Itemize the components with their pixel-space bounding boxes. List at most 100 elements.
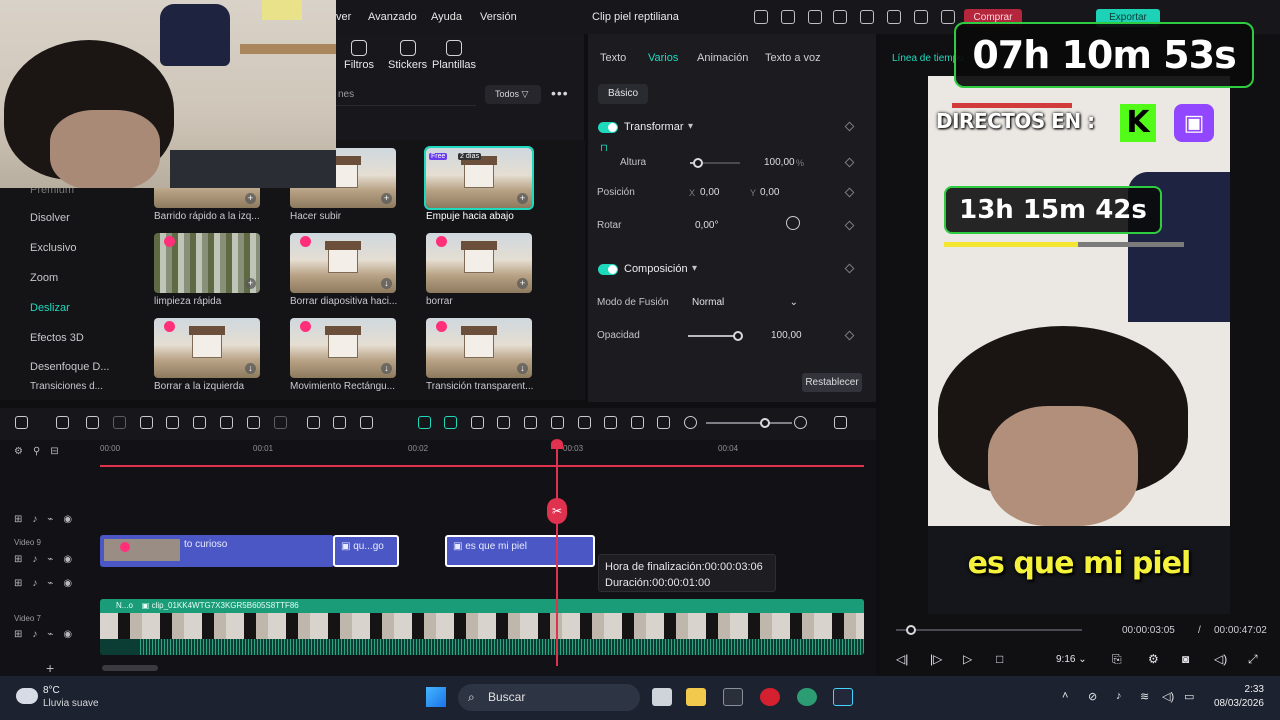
add-track-icon[interactable]: + [46,660,64,676]
tab-text-to-speech[interactable]: Texto a voz [765,52,821,64]
grid-view-icon[interactable] [834,416,847,429]
save-icon[interactable] [860,10,874,24]
blend-mode-select[interactable]: Normal ⌄ [688,294,804,312]
text-clip-selected[interactable]: ▣ es que mi piel [445,535,595,567]
volume-icon[interactable]: ◁) [1162,690,1174,703]
chevron-down-icon[interactable]: ▾ [692,263,697,274]
add-icon[interactable]: + [245,278,256,289]
wifi-icon[interactable]: ≋ [1140,690,1149,703]
marker-icon[interactable] [471,416,484,429]
cloud-rain-icon[interactable] [16,688,38,704]
text-icon[interactable] [193,416,206,429]
chevron-up-icon[interactable]: ˄ [1062,690,1068,702]
category-transitions[interactable]: Transiciones d... [30,381,103,392]
redo-icon[interactable] [113,416,126,429]
menu-view[interactable]: ver [336,11,351,23]
text-clip[interactable]: to curioso [100,535,334,567]
export-frame-icon[interactable]: ⎘ [1112,652,1122,667]
cloud-icon[interactable] [887,10,901,24]
transition-thumb[interactable]: + [154,233,260,293]
timeline-selector[interactable]: Línea de tiempo [892,53,964,64]
video-preview[interactable] [928,76,1230,614]
playhead-handle[interactable] [551,439,563,449]
pos-x-input[interactable]: 0,00 [700,187,719,198]
stickers-tool[interactable]: Stickers [388,40,427,71]
weather-description[interactable]: Lluvia suave [43,698,99,709]
timeline-scrollbar[interactable] [102,665,158,671]
add-icon[interactable]: + [517,278,528,289]
rotate-input[interactable]: 0,00° [695,220,718,231]
category-exclusive[interactable]: Exclusivo [30,242,76,254]
tab-text[interactable]: Texto [600,52,626,64]
microphone-icon[interactable] [578,416,591,429]
replace-icon[interactable] [631,416,644,429]
battery-icon[interactable]: ▭ [1184,690,1194,703]
clock-date[interactable]: 08/03/2026 [1204,698,1264,709]
app-icon[interactable] [797,688,817,706]
layout-icon[interactable] [15,416,28,429]
video-clip[interactable]: N...o ▣ clip_01KK4WTG7X3KGR5B605S8TTF86 [100,599,864,655]
basic-chip[interactable]: Básico [598,84,648,104]
transition-thumb[interactable]: ↓ [426,318,532,378]
download-icon[interactable]: ↓ [381,278,392,289]
select-icon[interactable] [56,416,69,429]
prev-frame-icon[interactable]: ◁| [896,652,908,666]
download-icon[interactable] [914,10,928,24]
clipboard-icon[interactable] [808,10,822,24]
category-zoom[interactable]: Zoom [30,272,58,284]
fit-icon[interactable] [657,416,670,429]
add-icon[interactable]: + [381,193,392,204]
aspect-ratio-select[interactable]: 9:16 ⌄ [1056,654,1087,665]
speed-icon[interactable] [524,416,537,429]
search-input[interactable]: nes [336,84,476,106]
menu-advanced[interactable]: Avanzado [368,11,417,23]
play-icon[interactable]: ▷ [963,652,972,666]
download-icon[interactable]: ↓ [245,363,256,374]
ai-icon[interactable] [307,416,320,429]
snap-icon[interactable] [444,416,457,429]
zoom-in-icon[interactable] [794,416,807,429]
text-clip-selected[interactable]: ▣ qu...go [333,535,399,567]
tab-misc[interactable]: Varios [648,52,678,64]
track-controls[interactable]: ⊞♪⌁◉ [14,578,82,589]
microphone-icon[interactable]: ♪ [1116,690,1122,702]
filters-tool[interactable]: Filtros [344,40,374,71]
transition-thumb[interactable]: + [426,233,532,293]
delete-icon[interactable] [140,416,153,429]
shape-icon[interactable] [274,416,287,429]
lock-icon[interactable]: ⊓ [600,143,608,154]
track-controls[interactable]: ⊞♪⌁◉ [14,629,82,640]
more-tools-icon[interactable] [360,416,373,429]
height-value[interactable]: 100,00 [764,157,795,168]
fullscreen-icon[interactable]: ⤢ [1248,652,1258,667]
magic-icon[interactable] [418,416,431,429]
height-slider[interactable] [690,158,740,168]
reset-button[interactable]: Restablecer [802,373,862,392]
settings-icon[interactable]: ⚙ [1148,652,1159,666]
snapshot-icon[interactable]: ◙ [1182,652,1189,666]
scrubber-handle[interactable] [906,625,916,635]
filmora-icon[interactable] [833,688,853,706]
crop-icon[interactable] [220,416,233,429]
timeline-settings-icons[interactable]: ⚙⚲⊟ [14,446,69,457]
stop-icon[interactable]: □ [996,652,1003,666]
tab-animation[interactable]: Animación [697,52,748,64]
cut-icon[interactable] [166,416,179,429]
monitor-icon[interactable] [833,10,847,24]
file-explorer-icon[interactable] [686,688,706,706]
category-slide[interactable]: Deslizar [30,302,70,314]
opacity-slider[interactable] [688,331,743,341]
playback-scrubber[interactable] [896,629,1082,631]
weather-temperature[interactable]: 8°C [43,685,60,696]
transition-thumb[interactable]: ↓ [290,233,396,293]
play-step-icon[interactable]: |▷ [930,652,942,666]
menu-version[interactable]: Versión [480,11,517,23]
opacity-value[interactable]: 100,00 [771,330,802,341]
zoom-slider[interactable] [706,422,792,424]
gift-icon[interactable] [754,10,768,24]
clock-time[interactable]: 2:33 [1236,684,1264,695]
shield-icon[interactable] [551,416,564,429]
task-view-icon[interactable] [652,688,672,706]
chevron-down-icon[interactable]: ▾ [688,121,693,132]
filter-dropdown[interactable]: Todos ▽ [485,85,541,104]
